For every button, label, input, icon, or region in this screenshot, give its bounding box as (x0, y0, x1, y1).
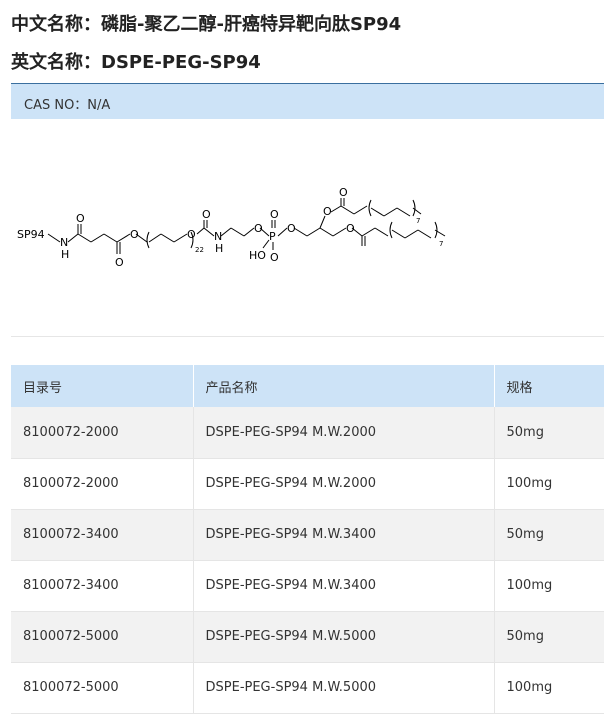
catalog-number-cell: 8100072-5000 (11, 662, 194, 714)
product-name-cell: DSPE-PEG-SP94 M.W.3400 (193, 509, 495, 561)
column-header-product-name: 产品名称 (193, 365, 495, 407)
structure-atom-o: O (115, 256, 124, 269)
table-row: 8100072-2000 DSPE-PEG-SP94 M.W.2000 100m… (11, 458, 604, 510)
structure-atom-h: H (61, 248, 69, 261)
structure-subscript: 7 (416, 217, 420, 225)
catalog-number-cell: 8100072-2000 (11, 407, 194, 459)
structure-atom-o: O (287, 222, 296, 235)
structure-atom-o: O (130, 228, 139, 241)
structure-atom-o: O (202, 208, 211, 221)
english-name-heading: 英文名称：DSPE-PEG-SP94 (11, 48, 261, 74)
structure-subscript: 7 (439, 240, 443, 248)
structure-atom-h: H (215, 242, 223, 255)
section-divider (11, 336, 604, 337)
catalog-number-cell: 8100072-3400 (11, 560, 194, 612)
table-row: 8100072-3400 DSPE-PEG-SP94 M.W.3400 50mg (11, 509, 604, 561)
structure-atom-o: O (76, 212, 85, 225)
product-name-cell: DSPE-PEG-SP94 M.W.5000 (193, 662, 495, 714)
catalog-number-cell: 8100072-3400 (11, 509, 194, 561)
structure-atom-ho: HO (249, 249, 266, 262)
structure-subscript: 22 (195, 246, 204, 254)
cas-bar: CAS NO：N/A (11, 83, 604, 119)
table-row: 8100072-5000 DSPE-PEG-SP94 M.W.5000 100m… (11, 662, 604, 714)
product-table: 目录号 产品名称 规格 8100072-2000 DSPE-PEG-SP94 M… (11, 365, 604, 714)
product-name-cell: DSPE-PEG-SP94 M.W.3400 (193, 560, 495, 612)
chinese-name-value: 磷脂-聚乙二醇-肝癌特异靶向肽SP94 (101, 14, 402, 35)
chemical-structure: SP94 N H O O O O O N H O P O HO O O O O … (17, 186, 446, 269)
spec-cell: 100mg (494, 560, 604, 612)
structure-atom-o: O (254, 222, 263, 235)
structure-atom-o: O (339, 186, 348, 199)
spec-cell: 50mg (494, 407, 604, 459)
spec-cell: 50mg (494, 611, 604, 663)
table-header-row: 目录号 产品名称 规格 (11, 365, 604, 407)
spec-cell: 100mg (494, 662, 604, 714)
product-name-cell: DSPE-PEG-SP94 M.W.2000 (193, 407, 495, 459)
structure-atom-o: O (346, 222, 355, 235)
structure-atom-o: O (270, 251, 279, 264)
table-row: 8100072-5000 DSPE-PEG-SP94 M.W.5000 50mg (11, 611, 604, 663)
cas-number: CAS NO：N/A (24, 98, 111, 113)
spec-cell: 50mg (494, 509, 604, 561)
catalog-number-cell: 8100072-5000 (11, 611, 194, 663)
chinese-name-label: 中文名称： (11, 14, 101, 35)
product-name-cell: DSPE-PEG-SP94 M.W.5000 (193, 611, 495, 663)
structure-atom-p: P (269, 230, 276, 243)
table-row: 8100072-2000 DSPE-PEG-SP94 M.W.2000 50mg (11, 407, 604, 459)
spec-cell: 100mg (494, 458, 604, 510)
product-name-cell: DSPE-PEG-SP94 M.W.2000 (193, 458, 495, 510)
chinese-name-heading: 中文名称：磷脂-聚乙二醇-肝癌特异靶向肽SP94 (11, 10, 401, 36)
structure-atom-o: O (323, 205, 332, 218)
structure-atom-o: O (187, 228, 196, 241)
column-header-spec: 规格 (494, 365, 604, 407)
english-name-value: DSPE-PEG-SP94 (101, 52, 261, 73)
table-row: 8100072-3400 DSPE-PEG-SP94 M.W.3400 100m… (11, 560, 604, 612)
column-header-catalog-number: 目录号 (11, 365, 194, 407)
catalog-number-cell: 8100072-2000 (11, 458, 194, 510)
structure-atom-o: O (270, 208, 279, 221)
english-name-label: 英文名称： (11, 52, 101, 73)
structure-label-sp94: SP94 (17, 228, 45, 241)
